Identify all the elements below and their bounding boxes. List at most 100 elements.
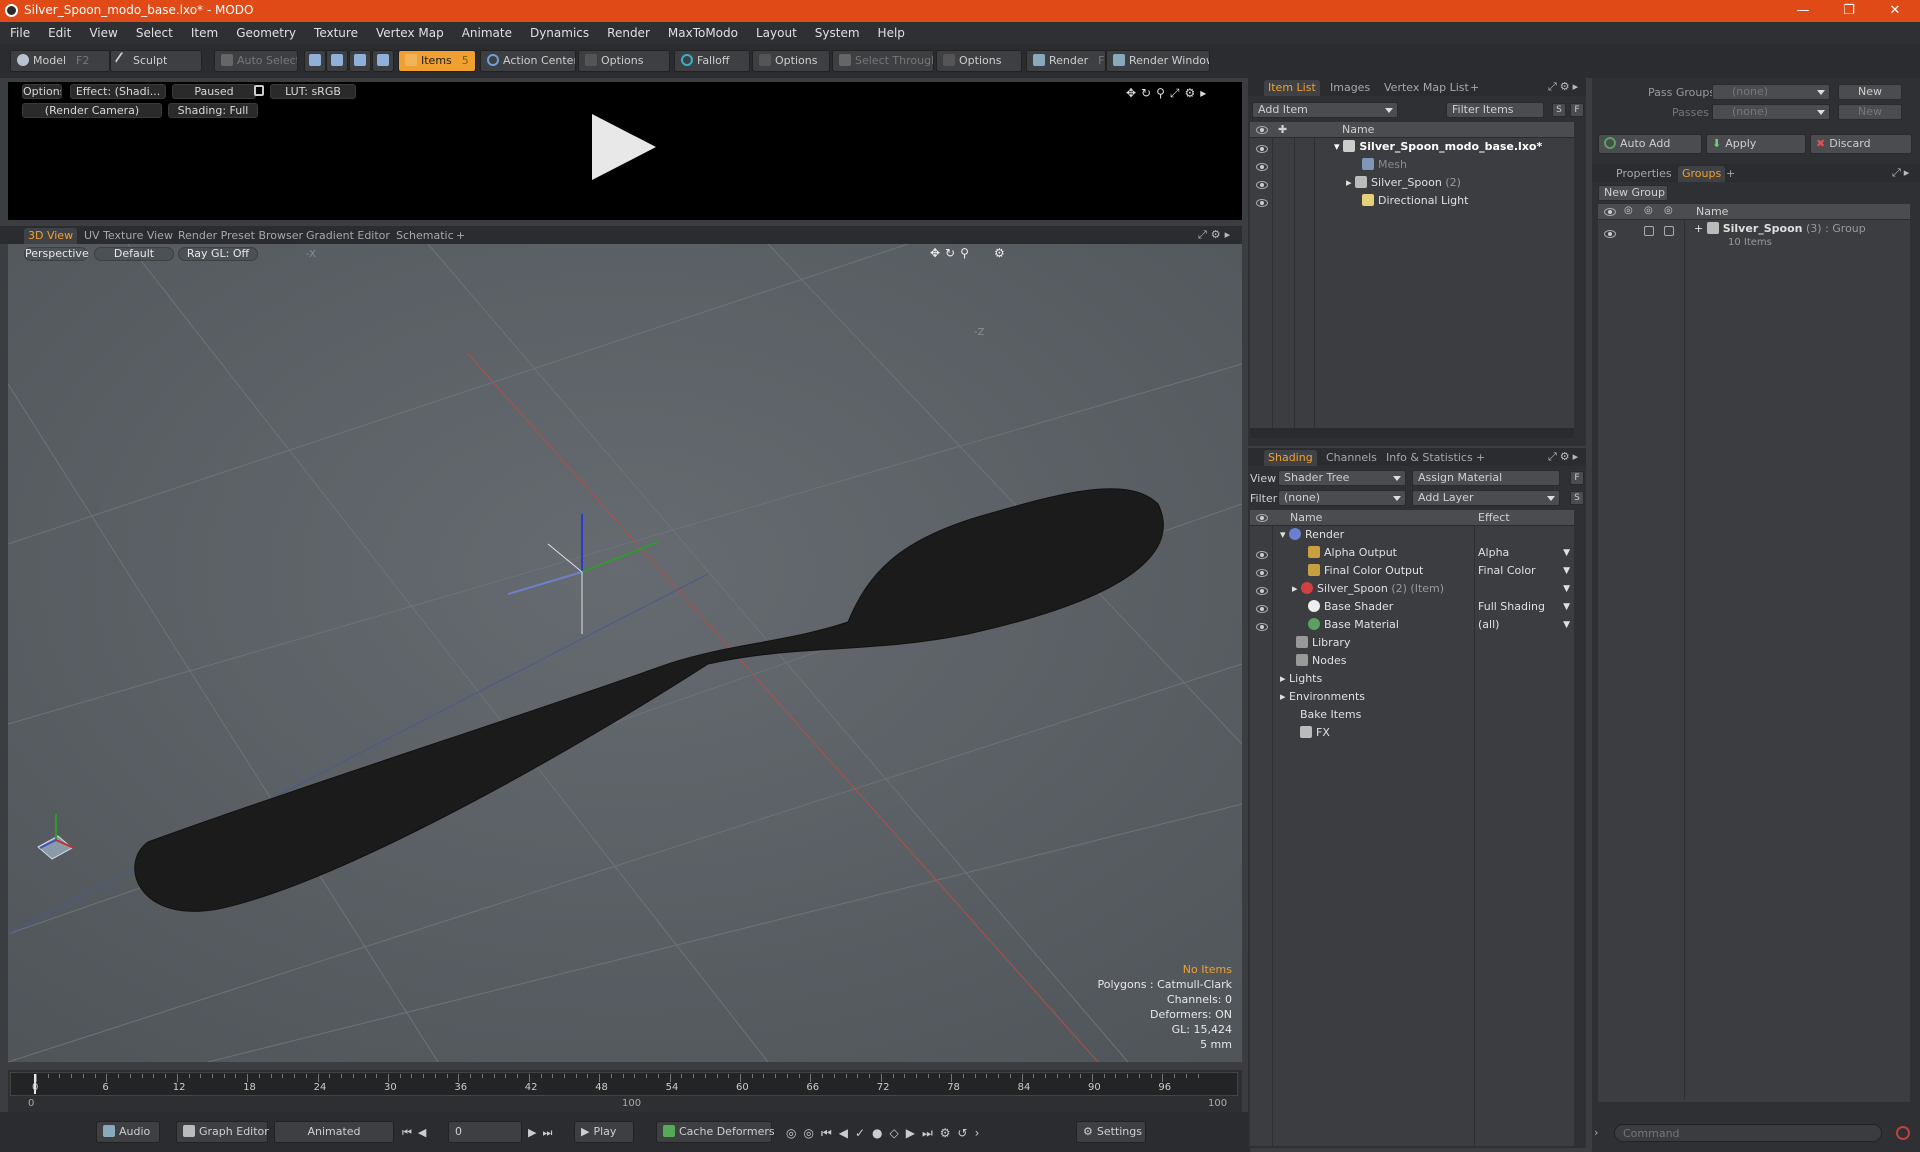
menu-help[interactable]: Help [869,22,914,44]
panel-controls-icon[interactable]: ⤢⚙▸ [1548,80,1581,94]
default-style-dropdown[interactable]: Default [94,247,174,261]
3d-viewport[interactable]: -X -Z Perspective Default Ray GL: Off ✥↻… [8,244,1242,1062]
visibility-toggle[interactable] [1256,551,1268,559]
visibility-toggle[interactable] [1256,623,1268,631]
frame-input[interactable]: 0 [448,1121,522,1143]
effect-dropdown[interactable]: ▼ [1478,580,1572,598]
item-list-scrollbar[interactable] [1250,428,1574,438]
polygons-mode-button[interactable] [349,50,371,72]
preview-camera-dropdown[interactable]: (Render Camera) [22,103,162,118]
new-pass-group-button[interactable]: New [1838,84,1902,100]
add-item-dropdown[interactable]: Add Item [1252,102,1398,118]
menu-vertex-map[interactable]: Vertex Map [367,22,453,44]
add-layer-dropdown[interactable]: Add Layer [1412,490,1560,506]
viewport-nav-icons[interactable]: ✥↻⚲ [930,246,974,260]
list-item[interactable]: ▸ Silver_Spoon (2) [1346,174,1461,192]
visibility-toggle[interactable] [1256,145,1268,153]
tab-images[interactable]: Images [1326,80,1374,96]
falloff-button[interactable]: Falloff [674,50,750,72]
apply-button[interactable]: ⬇ Apply [1706,134,1806,154]
shading-s-button[interactable]: S [1570,491,1584,505]
new-pass-button[interactable]: New [1838,104,1902,120]
preview-lut-dropdown[interactable]: LUT: sRGB [270,84,356,99]
filter-items-input[interactable]: Filter Items [1446,102,1544,118]
record-macro-icon[interactable] [1896,1126,1910,1140]
tree-row-silver-spoon[interactable]: ▸ Silver_Spoon (2) (Item) [1292,580,1444,598]
visibility-toggle[interactable] [1256,605,1268,613]
pass-groups-dropdown[interactable]: (none) [1712,84,1830,100]
menu-animate[interactable]: Animate [453,22,521,44]
effect-dropdown[interactable]: (all) ▼ [1478,616,1572,634]
visibility-toggle[interactable] [1256,569,1268,577]
preview-nav-icons[interactable]: ✥↻⚲⤢⚙▸ [1126,86,1211,101]
group-row[interactable]: + Silver_Spoon (3) : Group [1694,220,1866,238]
materials-mode-button[interactable] [372,50,394,72]
perspective-dropdown[interactable]: Perspective [24,247,89,261]
list-item[interactable]: ▾ Silver_Spoon_modo_base.lxo* [1334,138,1542,156]
action-center-button[interactable]: Action Center [480,50,576,72]
tab-add[interactable]: + [1466,80,1483,96]
tree-row-base-shader[interactable]: Base Shader [1308,598,1393,616]
tab-properties[interactable]: Properties [1612,166,1676,182]
tree-row-final-color[interactable]: Final Color Output [1308,562,1423,580]
preview-shading-dropdown[interactable]: Shading: Full [168,103,258,118]
items-mode-button[interactable]: Items 5 [398,50,476,72]
menu-file[interactable]: File [0,22,39,44]
raygl-dropdown[interactable]: Ray GL: Off [178,247,258,261]
viewport-maximize-icon[interactable]: ⤢⚙▸ [1198,228,1234,242]
play-button[interactable]: ▶ Play [574,1121,634,1143]
tree-row-alpha-output[interactable]: Alpha Output [1308,544,1397,562]
auto-add-button[interactable]: Auto Add [1598,134,1702,154]
assign-material-button[interactable]: Assign Material [1412,470,1560,486]
passes-dropdown[interactable]: (none) [1712,104,1830,120]
menu-item[interactable]: Item [182,22,227,44]
key-tools-icons[interactable]: ◎◎⏮◀✓●◇▶⏭⚙↺› [786,1126,986,1141]
tree-row-fx[interactable]: FX [1300,724,1330,742]
visibility-toggle[interactable] [1604,230,1616,238]
settings-button[interactable]: ⚙ Settings [1076,1121,1146,1143]
menu-system[interactable]: System [806,22,869,44]
tree-row-library[interactable]: Library [1296,634,1350,652]
animated-dropdown[interactable]: Animated [274,1121,394,1143]
viewport-settings-icon[interactable]: ⚙ [994,246,1005,260]
tab-shading[interactable]: Shading [1264,450,1317,466]
menu-edit[interactable]: Edit [39,22,80,44]
visibility-toggle[interactable] [1256,163,1268,171]
effect-dropdown[interactable]: Final Color ▼ [1478,562,1572,580]
falloff-options-button[interactable]: Options [752,50,830,72]
lock-checkbox[interactable] [1644,226,1654,236]
menu-select[interactable]: Select [127,22,182,44]
tab-info-statistics[interactable]: Info & Statistics [1382,450,1477,466]
list-item[interactable]: Mesh [1362,156,1407,174]
select-through-options-button[interactable]: Options [936,50,1022,72]
vertices-mode-button[interactable] [304,50,326,72]
filter-dropdown[interactable]: (none) [1278,490,1406,506]
edges-mode-button[interactable] [326,50,348,72]
tree-row-nodes[interactable]: Nodes [1296,652,1346,670]
tab-render-preset-browser[interactable]: Render Preset Browser [174,228,307,244]
preview-options-button[interactable]: Options [22,84,62,99]
graph-editor-button[interactable]: Graph Editor [176,1121,269,1143]
model-mode-button[interactable]: Model F2 [10,50,110,72]
lock-icon[interactable] [254,85,264,96]
tab-channels[interactable]: Channels [1322,450,1381,466]
transport-start-icons[interactable]: ⏮◀ [402,1126,432,1140]
discard-button[interactable]: ✖ Discard [1810,134,1912,154]
tab-gradient-editor[interactable]: Gradient Editor [302,228,394,244]
sculpt-mode-button[interactable]: Sculpt [110,50,202,72]
tab-add[interactable]: + [452,228,469,244]
visibility-toggle[interactable] [1256,199,1268,207]
transport-end-icons[interactable]: ▶⏭ [528,1126,558,1140]
tab-vertex-map-list[interactable]: Vertex Map List [1380,80,1473,96]
preview-effect-dropdown[interactable]: Effect: (Shadi... [70,84,166,99]
list-item[interactable]: Directional Light [1362,192,1468,210]
tree-row-base-material[interactable]: Base Material [1308,616,1399,634]
menu-texture[interactable]: Texture [305,22,367,44]
tab-item-list[interactable]: Item List [1264,80,1320,96]
visibility-toggle[interactable] [1256,181,1268,189]
select-checkbox[interactable] [1664,226,1674,236]
tab-add[interactable]: + [1472,450,1489,466]
tab-uv-texture-view[interactable]: UV Texture View [80,228,177,244]
tab-3d-view[interactable]: 3D View [24,228,78,244]
play-preview-icon[interactable] [592,114,656,180]
